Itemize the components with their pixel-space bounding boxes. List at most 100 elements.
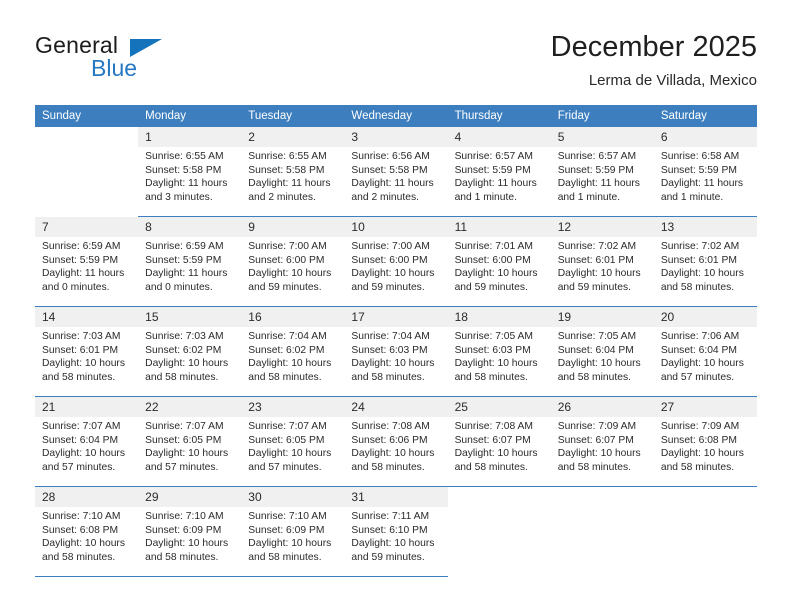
day-cell: [653, 487, 757, 577]
daylight-text-line1: Daylight: 10 hours: [248, 448, 332, 460]
calendar-cell-day[interactable]: 30 Sunrise: 7:10 AM Sunset: 6:09 PM Dayligh…: [241, 487, 345, 577]
sunset-text: Sunset: 6:05 PM: [145, 434, 222, 446]
calendar-cell-day[interactable]: 14 Sunrise: 7:03 AM Sunset: 6:01 PM Dayligh…: [35, 307, 139, 397]
daylight-text-line2: and 2 minutes.: [248, 191, 316, 203]
sunrise-text: Sunrise: 7:10 AM: [248, 511, 327, 522]
day-number: 10: [344, 217, 448, 237]
title-block: December 2025 Lerma de Villada, Mexico: [551, 28, 757, 92]
day-number: 22: [138, 397, 242, 417]
day-number: 20: [653, 307, 757, 327]
sunset-text: Sunset: 6:04 PM: [660, 344, 737, 356]
sunrise-text: Sunrise: 7:07 AM: [42, 421, 121, 432]
calendar-cell-day[interactable]: 22 Sunrise: 7:07 AM Sunset: 6:05 PM Dayligh…: [138, 397, 242, 487]
calendar-cell-day[interactable]: 23 Sunrise: 7:07 AM Sunset: 6:05 PM Dayligh…: [241, 397, 345, 487]
day-number: 29: [138, 487, 242, 507]
weekday-header-thursday: Thursday: [447, 105, 551, 127]
calendar-cell-day[interactable]: 2 Sunrise: 6:55 AM Sunset: 5:58 PM Daylight…: [241, 127, 345, 217]
day-number: 3: [344, 127, 448, 147]
page-header: General Blue December 2025 Lerma de Vill…: [35, 31, 757, 94]
calendar-cell-day[interactable]: 10 Sunrise: 7:00 AM Sunset: 6:00 PM Dayligh…: [344, 217, 448, 307]
day-details: Sunrise: 7:03 AM Sunset: 6:02 PM Daylight:…: [138, 327, 241, 384]
calendar-cell-day[interactable]: 12 Sunrise: 7:02 AM Sunset: 6:01 PM Dayligh…: [550, 217, 654, 307]
day-number: 12: [550, 217, 654, 237]
sunrise-text: Sunrise: 6:55 AM: [145, 151, 224, 162]
day-cell: 1 Sunrise: 6:55 AM Sunset: 5:58 PM Daylight…: [138, 127, 242, 217]
sunrise-text: Sunrise: 7:07 AM: [145, 421, 224, 432]
weekday-header-friday: Friday: [550, 105, 654, 127]
calendar-cell-day[interactable]: 4 Sunrise: 6:57 AM Sunset: 5:59 PM Daylight…: [447, 127, 551, 217]
sunrise-text: Sunrise: 7:07 AM: [248, 421, 327, 432]
calendar-cell-day[interactable]: 19 Sunrise: 7:05 AM Sunset: 6:04 PM Dayligh…: [550, 307, 654, 397]
sunset-text: Sunset: 6:10 PM: [351, 524, 428, 536]
calendar-cell-day[interactable]: 5 Sunrise: 6:57 AM Sunset: 5:59 PM Daylight…: [550, 127, 654, 217]
day-details: Sunrise: 7:11 AM Sunset: 6:10 PM Daylight:…: [344, 507, 447, 564]
calendar-cell-day[interactable]: 26 Sunrise: 7:09 AM Sunset: 6:07 PM Dayligh…: [550, 397, 654, 487]
calendar-cell-day[interactable]: 6 Sunrise: 6:58 AM Sunset: 5:59 PM Daylight…: [653, 127, 757, 217]
calendar-cell-day[interactable]: 16 Sunrise: 7:04 AM Sunset: 6:02 PM Dayligh…: [241, 307, 345, 397]
calendar-cell-day[interactable]: 7 Sunrise: 6:59 AM Sunset: 5:59 PM Daylight…: [35, 217, 139, 307]
daylight-text-line1: Daylight: 10 hours: [42, 538, 125, 550]
day-number: [654, 487, 757, 507]
day-details: Sunrise: 7:10 AM Sunset: 6:09 PM Daylight:…: [241, 507, 344, 564]
day-cell: 4 Sunrise: 6:57 AM Sunset: 5:59 PM Daylight…: [447, 127, 551, 217]
calendar-cell-day[interactable]: 3 Sunrise: 6:56 AM Sunset: 5:58 PM Daylight…: [344, 127, 448, 217]
day-cell: 18 Sunrise: 7:05 AM Sunset: 6:03 PM Dayligh…: [447, 307, 551, 397]
calendar-cell-day[interactable]: 27 Sunrise: 7:09 AM Sunset: 6:08 PM Dayligh…: [653, 397, 757, 487]
day-details: Sunrise: 6:59 AM Sunset: 5:59 PM Daylight:…: [138, 237, 241, 294]
sunset-text: Sunset: 6:03 PM: [454, 344, 531, 356]
calendar-cell-empty: [447, 487, 551, 577]
sunset-text: Sunset: 5:58 PM: [145, 164, 222, 176]
sunrise-text: Sunrise: 7:08 AM: [454, 421, 533, 432]
page-title: December 2025: [550, 31, 757, 63]
day-number: 5: [550, 127, 654, 147]
day-number: 11: [447, 217, 551, 237]
day-details: [448, 507, 551, 510]
daylight-text-line2: and 58 minutes.: [557, 371, 631, 383]
calendar-cell-day[interactable]: 20 Sunrise: 7:06 AM Sunset: 6:04 PM Dayligh…: [653, 307, 757, 397]
day-number: 2: [241, 127, 345, 147]
day-details: Sunrise: 6:55 AM Sunset: 5:58 PM Daylight:…: [138, 147, 241, 204]
sunset-text: Sunset: 5:58 PM: [351, 164, 428, 176]
sunset-text: Sunset: 6:09 PM: [145, 524, 222, 536]
day-details: Sunrise: 7:05 AM Sunset: 6:04 PM Daylight:…: [551, 327, 654, 384]
daylight-text-line2: and 57 minutes.: [42, 461, 116, 473]
daylight-text-line2: and 0 minutes.: [42, 281, 110, 293]
calendar-cell-day[interactable]: 9 Sunrise: 7:00 AM Sunset: 6:00 PM Daylight…: [241, 217, 345, 307]
day-cell: 2 Sunrise: 6:55 AM Sunset: 5:58 PM Daylight…: [241, 127, 345, 217]
daylight-text-line2: and 58 minutes.: [660, 461, 735, 473]
calendar-cell-day[interactable]: 18 Sunrise: 7:05 AM Sunset: 6:03 PM Dayligh…: [447, 307, 551, 397]
day-cell: 29 Sunrise: 7:10 AM Sunset: 6:09 PM Dayligh…: [138, 487, 242, 577]
calendar-week-row: 1 Sunrise: 6:55 AM Sunset: 5:58 PM Daylight…: [35, 127, 757, 217]
calendar-cell-day[interactable]: 28 Sunrise: 7:10 AM Sunset: 6:08 PM Dayligh…: [35, 487, 139, 577]
day-number: 8: [138, 217, 242, 237]
day-number: 13: [653, 217, 757, 237]
calendar-cell-day[interactable]: 13 Sunrise: 7:02 AM Sunset: 6:01 PM Dayligh…: [653, 217, 757, 307]
calendar-cell-day[interactable]: 21 Sunrise: 7:07 AM Sunset: 6:04 PM Dayligh…: [35, 397, 139, 487]
calendar-cell-day[interactable]: 1 Sunrise: 6:55 AM Sunset: 5:58 PM Daylight…: [138, 127, 242, 217]
daylight-text-line2: and 3 minutes.: [145, 191, 213, 203]
calendar-cell-day[interactable]: 15 Sunrise: 7:03 AM Sunset: 6:02 PM Dayligh…: [138, 307, 242, 397]
calendar-cell-day[interactable]: 25 Sunrise: 7:08 AM Sunset: 6:07 PM Dayligh…: [447, 397, 551, 487]
daylight-text-line1: Daylight: 10 hours: [42, 358, 125, 370]
sunset-text: Sunset: 6:04 PM: [42, 434, 119, 446]
day-cell: 8 Sunrise: 6:59 AM Sunset: 5:59 PM Daylight…: [138, 217, 242, 307]
calendar-cell-day[interactable]: 8 Sunrise: 6:59 AM Sunset: 5:59 PM Daylight…: [138, 217, 242, 307]
daylight-text-line2: and 58 minutes.: [42, 371, 116, 383]
calendar-cell-day[interactable]: 17 Sunrise: 7:04 AM Sunset: 6:03 PM Dayligh…: [344, 307, 448, 397]
day-cell: 27 Sunrise: 7:09 AM Sunset: 6:08 PM Dayligh…: [653, 397, 757, 487]
sunrise-text: Sunrise: 6:57 AM: [557, 151, 637, 162]
daylight-text-line2: and 58 minutes.: [145, 371, 219, 383]
calendar-cell-day[interactable]: 31 Sunrise: 7:11 AM Sunset: 6:10 PM Dayligh…: [344, 487, 448, 577]
day-cell: 23 Sunrise: 7:07 AM Sunset: 6:05 PM Dayligh…: [241, 397, 345, 487]
calendar-cell-day[interactable]: 29 Sunrise: 7:10 AM Sunset: 6:09 PM Dayligh…: [138, 487, 242, 577]
day-details: Sunrise: 7:09 AM Sunset: 6:08 PM Daylight:…: [654, 417, 757, 474]
general-blue-logo[interactable]: General Blue: [35, 32, 235, 90]
location-subtitle: Lerma de Villada, Mexico: [588, 72, 757, 89]
calendar-cell-day[interactable]: 11 Sunrise: 7:01 AM Sunset: 6:00 PM Dayligh…: [447, 217, 551, 307]
sunrise-text: Sunrise: 7:06 AM: [660, 331, 740, 342]
calendar-cell-day[interactable]: 24 Sunrise: 7:08 AM Sunset: 6:06 PM Dayligh…: [344, 397, 448, 487]
daylight-text-line2: and 2 minutes.: [351, 191, 419, 203]
sunrise-text: Sunrise: 7:02 AM: [557, 241, 637, 252]
daylight-text-line1: Daylight: 10 hours: [557, 268, 641, 280]
sunset-text: Sunset: 6:00 PM: [248, 254, 325, 266]
